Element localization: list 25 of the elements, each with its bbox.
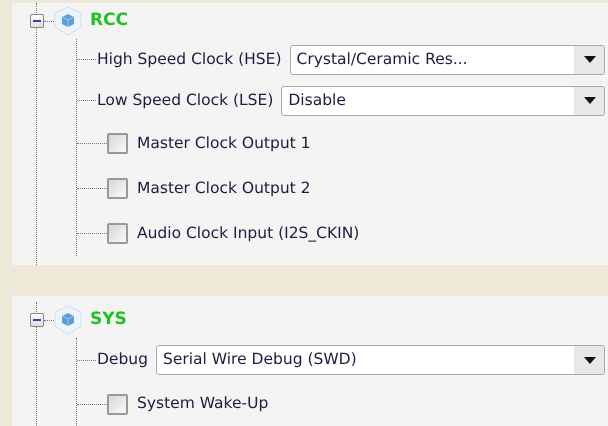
checkbox-label: System Wake-Up [137, 393, 268, 414]
checkbox-label: Master Clock Output 2 [137, 178, 311, 199]
checkbox-label: Master Clock Output 1 [137, 132, 311, 154]
dropdown[interactable]: Disable [281, 86, 605, 116]
dropdown[interactable]: Serial Wire Debug (SWD) [156, 345, 605, 375]
caret-icon [584, 56, 596, 63]
collapse-toggle[interactable] [30, 313, 44, 327]
collapse-toggle[interactable] [30, 14, 44, 28]
caret-icon [584, 97, 596, 104]
cube-icon [54, 305, 82, 335]
cube-icon [54, 6, 82, 36]
dropdown[interactable]: Crystal/Ceramic Res... [290, 44, 605, 74]
field-label: Low Speed Clock (LSE) [97, 90, 274, 111]
checkbox[interactable] [107, 178, 128, 199]
minus-icon [33, 316, 41, 324]
minus-icon [33, 17, 41, 25]
checkbox[interactable] [107, 133, 128, 154]
checkbox-label: Audio Clock Input (I2S_CKIN) [137, 222, 360, 244]
group-title: RCC [90, 9, 128, 32]
caret-icon [584, 356, 596, 364]
checkbox[interactable] [107, 223, 128, 244]
group-title: SYS [90, 308, 127, 332]
field-label: High Speed Clock (HSE) [97, 48, 282, 70]
checkbox[interactable] [107, 394, 128, 414]
field-label: Debug [97, 349, 148, 370]
